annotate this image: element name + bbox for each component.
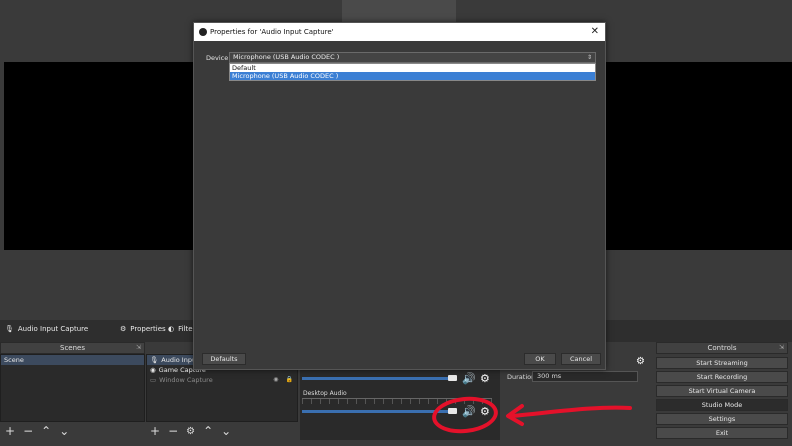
- arrow-up-icon[interactable]: ⌃: [203, 424, 213, 438]
- device-label: Device: [206, 54, 229, 62]
- duration-field[interactable]: 300 ms: [532, 371, 638, 382]
- ok-button[interactable]: OK: [524, 353, 556, 365]
- scenes-title: Scenes: [60, 344, 85, 352]
- source-item-label: Window Capture: [159, 376, 213, 384]
- gear-icon[interactable]: ⚙: [186, 426, 195, 437]
- settings-button[interactable]: Settings: [656, 413, 788, 425]
- gamepad-icon: ◉: [150, 366, 156, 374]
- gear-icon[interactable]: ⚙: [636, 356, 645, 367]
- microphone-icon: 🎙: [150, 356, 159, 364]
- start-streaming-button[interactable]: Start Streaming: [656, 357, 788, 369]
- source-item[interactable]: ▭ Window Capture ◉ 🔒: [147, 375, 297, 385]
- volume-slider-2[interactable]: [302, 410, 454, 413]
- close-icon[interactable]: ✕: [591, 23, 599, 41]
- device-select-value: Microphone (USB Audio CODEC ): [233, 53, 340, 61]
- arrow-down-icon[interactable]: ⌄: [221, 424, 231, 438]
- properties-label: Properties: [130, 325, 166, 333]
- studio-mode-button[interactable]: Studio Mode: [656, 399, 788, 411]
- eye-icon[interactable]: ◉: [273, 375, 278, 385]
- device-option[interactable]: Default: [230, 64, 595, 72]
- obs-logo-icon: [199, 28, 207, 36]
- scene-item-label: Scene: [4, 356, 24, 364]
- speaker-icon[interactable]: 🔊: [462, 373, 476, 384]
- plus-icon[interactable]: +: [5, 424, 15, 438]
- minus-icon[interactable]: −: [23, 424, 33, 438]
- exit-button[interactable]: Exit: [656, 427, 788, 439]
- selected-source-name: Audio Input Capture: [17, 325, 89, 333]
- duration-label: Duration: [507, 373, 536, 381]
- arrow-up-icon[interactable]: ⌃: [41, 424, 51, 438]
- window-icon: ▭: [150, 376, 157, 384]
- device-option[interactable]: Microphone (USB Audio CODEC ): [230, 72, 595, 80]
- properties-dialog: Properties for 'Audio Input Capture' ✕ D…: [193, 22, 606, 370]
- scene-item[interactable]: Scene: [1, 355, 144, 365]
- controls-title: Controls: [707, 344, 737, 352]
- dialog-title: Properties for 'Audio Input Capture': [210, 28, 334, 36]
- annotation-arrow: [506, 404, 632, 426]
- volume-slider-1[interactable]: [302, 377, 454, 380]
- gear-icon: ⚙: [120, 325, 127, 333]
- scenes-list: Scene: [0, 354, 145, 422]
- desktop-audio-label: Desktop Audio: [303, 390, 347, 397]
- microphone-icon: 🎙: [5, 325, 14, 333]
- device-select[interactable]: Microphone (USB Audio CODEC ) ⇕: [229, 52, 596, 63]
- cancel-button[interactable]: Cancel: [561, 353, 601, 365]
- controls-header: Controls ⇲: [656, 342, 788, 354]
- arrow-down-icon[interactable]: ⌄: [59, 424, 69, 438]
- panel-pin-icon[interactable]: ⇲: [136, 343, 141, 353]
- gear-icon[interactable]: ⚙: [480, 373, 490, 384]
- scenes-controls: + − ⌃ ⌄: [5, 424, 69, 438]
- properties-button[interactable]: ⚙ Properties: [120, 325, 166, 333]
- device-dropdown-list: Default Microphone (USB Audio CODEC ): [229, 63, 596, 81]
- filter-icon: ◐: [168, 325, 175, 333]
- dialog-titlebar: Properties for 'Audio Input Capture' ✕: [194, 23, 605, 41]
- start-recording-button[interactable]: Start Recording: [656, 371, 788, 383]
- sources-controls: + − ⚙ ⌃ ⌄: [150, 424, 231, 438]
- minus-icon[interactable]: −: [168, 424, 178, 438]
- lock-icon[interactable]: 🔒: [286, 375, 293, 385]
- chevron-updown-icon: ⇕: [586, 54, 592, 61]
- plus-icon[interactable]: +: [150, 424, 160, 438]
- preview-canvas-left: [4, 62, 194, 250]
- scenes-header: Scenes ⇲: [0, 342, 145, 354]
- selected-source: 🎙 Audio Input Capture: [5, 325, 88, 333]
- preview-canvas-right: [606, 62, 792, 250]
- volume-slider-knob[interactable]: [448, 375, 457, 381]
- panel-pin-icon[interactable]: ⇲: [779, 343, 784, 353]
- preview-top-strip: [342, 0, 456, 22]
- defaults-button[interactable]: Defaults: [202, 353, 246, 365]
- start-virtual-camera-button[interactable]: Start Virtual Camera: [656, 385, 788, 397]
